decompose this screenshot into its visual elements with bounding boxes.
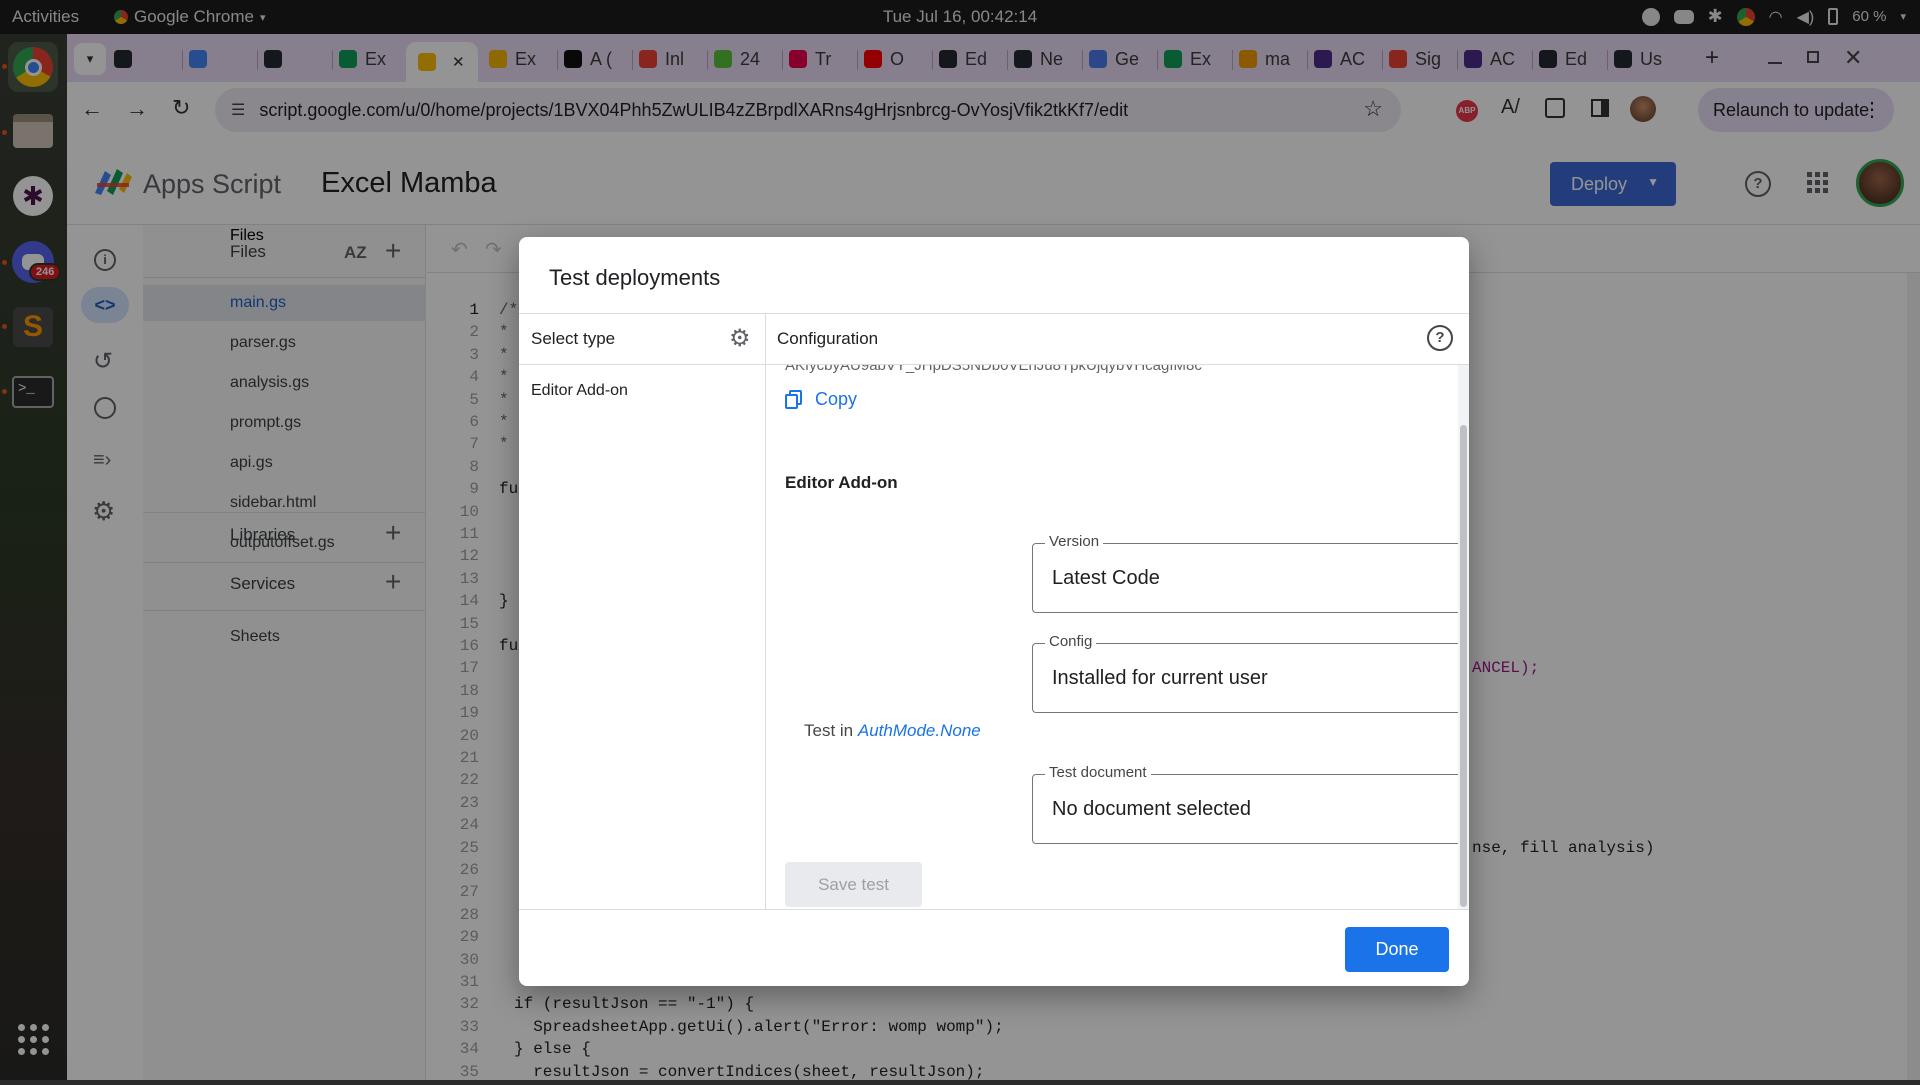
copy-deployment-id-button[interactable]: Copy [785,389,857,410]
type-item-editor-add-on[interactable]: Editor Add-on [531,382,628,400]
config-select[interactable]: Config Installed for current user [1032,633,1469,713]
auth-mode-link[interactable]: AuthMode.None [858,721,981,740]
section-title: Editor Add-on [785,473,898,492]
done-button[interactable]: Done [1345,927,1449,972]
test-document-value: No document selected [1052,798,1252,820]
version-label: Version [1045,533,1104,550]
test-in-hint: Test in AuthMode.None [804,721,981,741]
configuration-scroll-area[interactable]: AKfycbyAU9abVY_JHpDS5NDb0VEnJu8TpkUjqybV… [766,365,1469,909]
test-deployments-dialog: Test deployments Select type ⚙ Editor Ad… [519,237,1469,986]
copy-icon [785,389,803,410]
deployment-id: AKfycbyAU9abVY_JHpDS5NDb0VEnJu8TpkUjqybV… [785,365,1202,374]
dialog-title: Test deployments [549,265,721,290]
help-icon[interactable]: ? [1427,325,1453,351]
test-document-picker[interactable]: Test document No document selected [1032,764,1469,844]
test-in-prefix: Test in [804,721,854,740]
configuration-header: Configuration ? [766,314,1469,365]
config-value: Installed for current user [1052,667,1268,689]
test-document-label: Test document [1045,764,1151,781]
config-label: Config [1045,633,1097,650]
version-select[interactable]: Version Latest Code [1032,533,1469,613]
version-value: Latest Code [1052,567,1160,589]
scrollbar-thumb[interactable] [1460,425,1467,907]
save-test-button[interactable]: Save test [785,862,922,907]
save-test-label: Save test [818,875,889,894]
configuration-label: Configuration [777,329,879,348]
select-type-label: Select type [531,329,616,348]
copy-label: Copy [815,389,858,409]
select-type-header: Select type ⚙ [519,314,765,365]
divider [519,909,1469,910]
done-label: Done [1375,939,1419,959]
configuration-scrollbar[interactable] [1458,365,1469,909]
deployment-types-settings-gear-icon[interactable]: ⚙ [729,324,751,353]
